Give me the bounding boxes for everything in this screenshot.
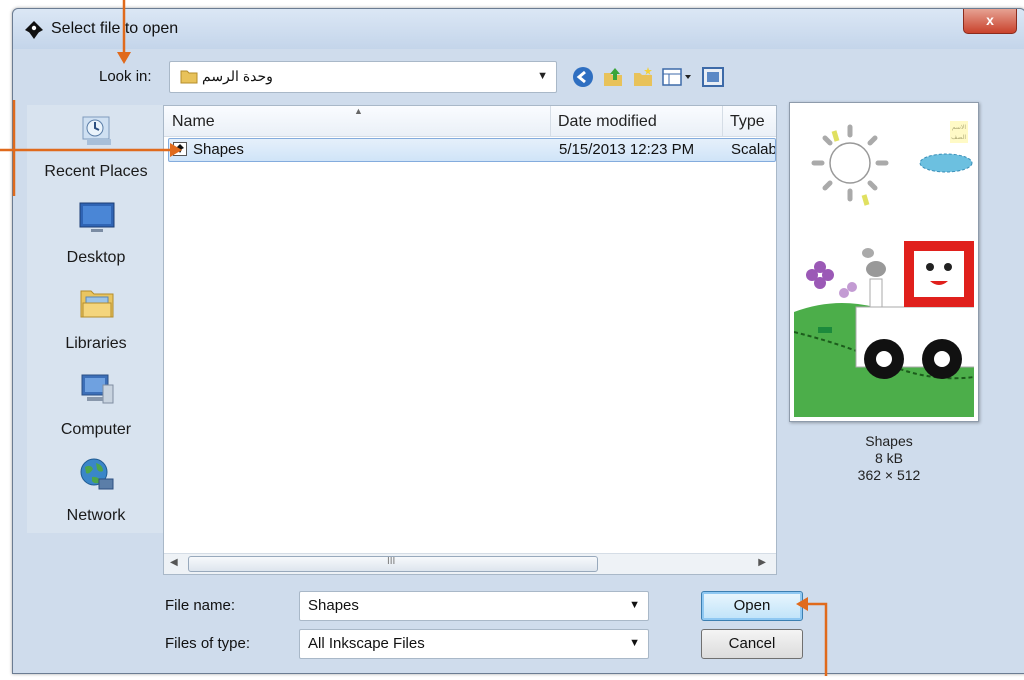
arrow-open-button (806, 602, 828, 676)
arrowhead-open-button (796, 597, 808, 611)
annotation-arrows (0, 0, 828, 676)
arrowhead-look-in (117, 52, 131, 64)
arrowhead-file-row (170, 143, 182, 157)
